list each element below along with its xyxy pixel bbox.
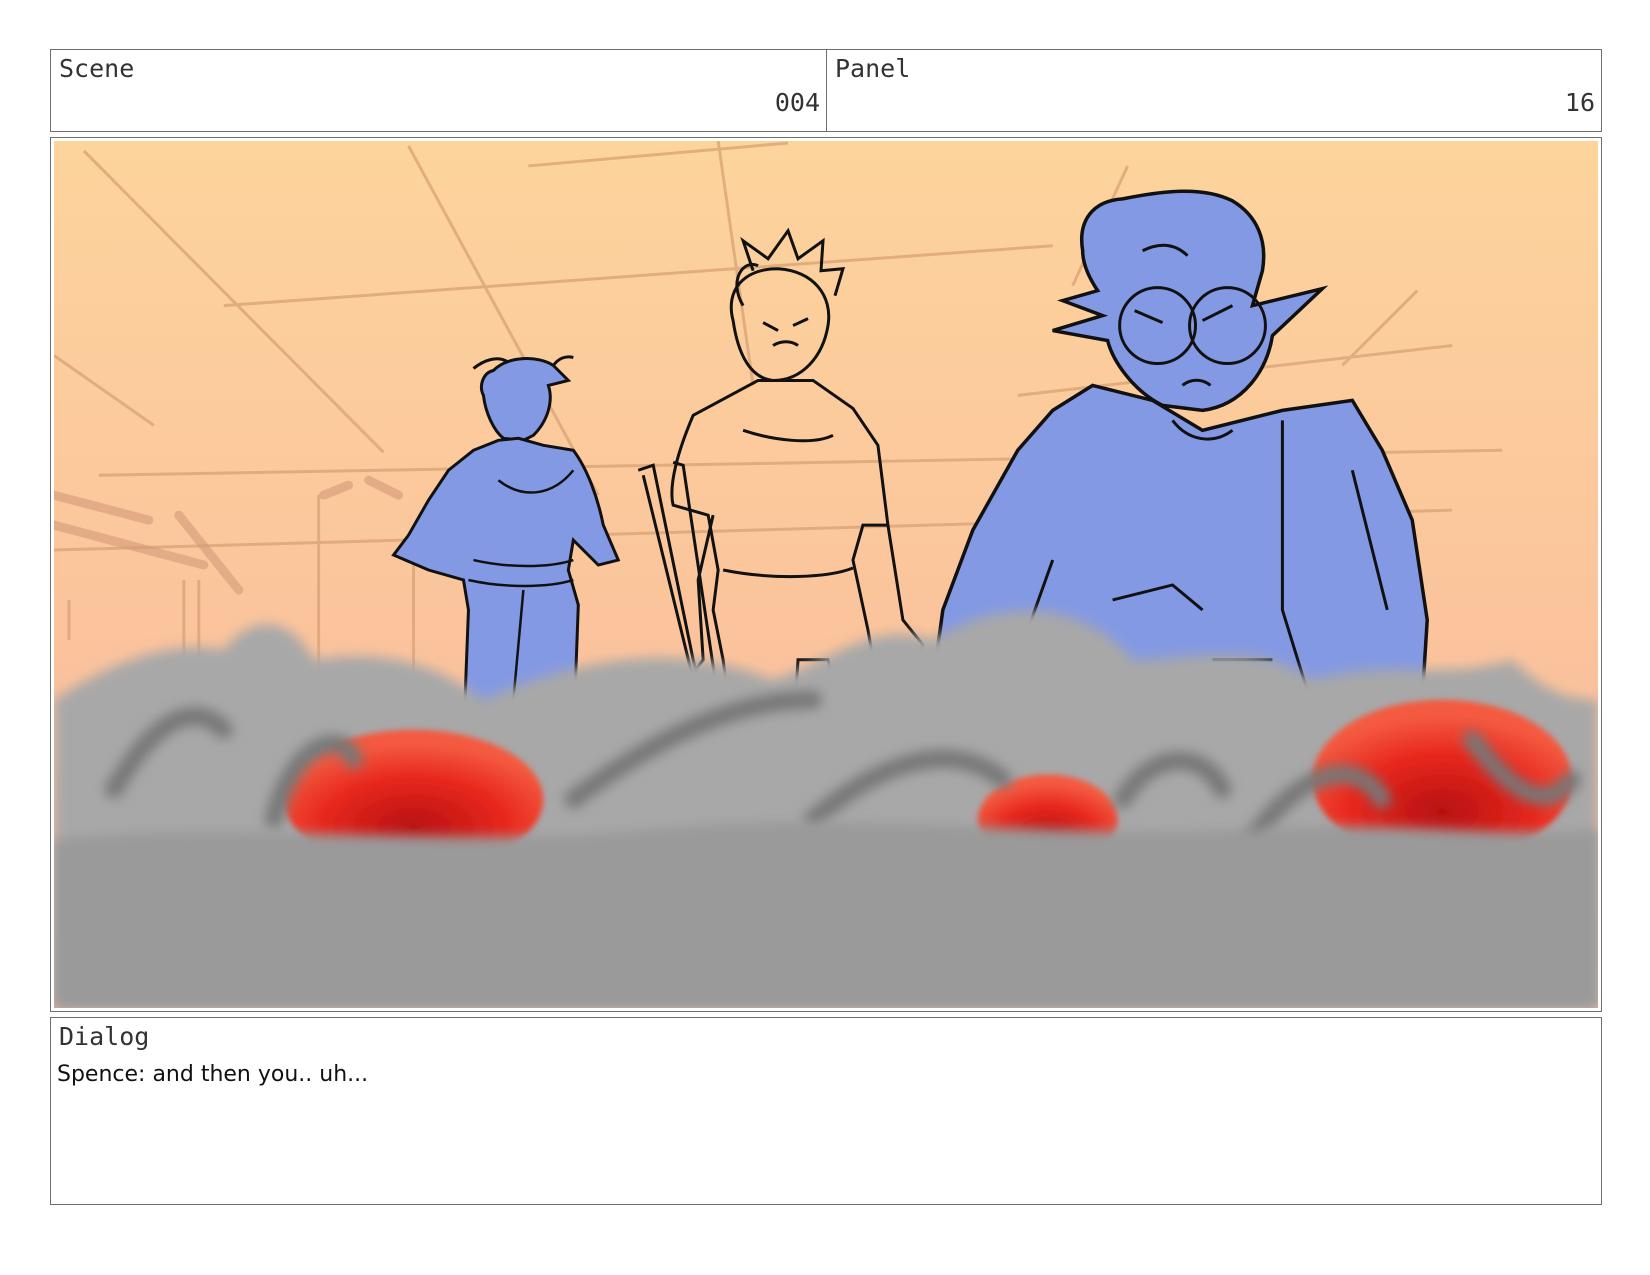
- scene-number: 004: [774, 88, 820, 117]
- storyboard-drawing: [54, 141, 1598, 1008]
- dialog-text: Spence: and then you.. uh...: [57, 1062, 369, 1087]
- panel-label: Panel: [835, 54, 911, 83]
- scene-field: Scene 004: [50, 49, 827, 132]
- panel-number: 16: [1564, 88, 1595, 117]
- storyboard-image-frame: [50, 137, 1602, 1012]
- dialog-label: Dialog: [59, 1022, 150, 1051]
- dialog-field: Dialog Spence: and then you.. uh...: [50, 1017, 1602, 1205]
- scene-label: Scene: [59, 54, 135, 83]
- panel-field: Panel 16: [826, 49, 1602, 132]
